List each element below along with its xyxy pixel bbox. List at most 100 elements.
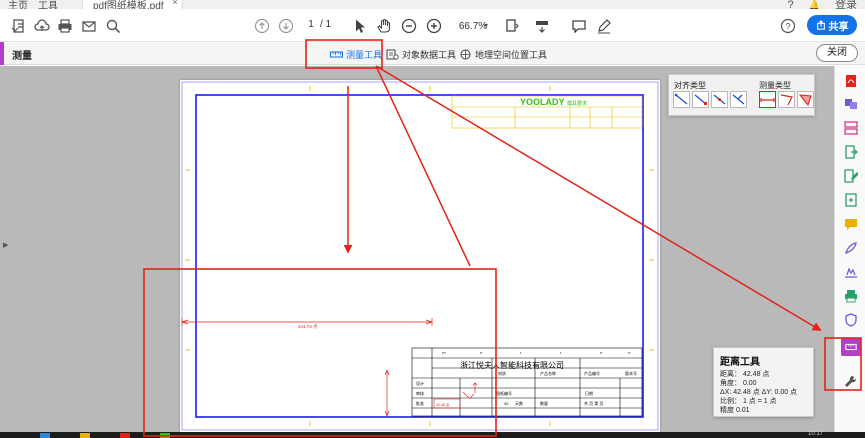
taskbar-app-icon[interactable] (80, 433, 90, 438)
cloud-upload-icon[interactable] (33, 17, 51, 35)
share-button-label: 共享 (828, 21, 849, 33)
create-icon[interactable] (10, 17, 28, 35)
distance-tool-button[interactable] (759, 91, 776, 108)
angle-row: 角度： 0.00 (720, 380, 757, 387)
pdf-page[interactable]: YOOLADY 模具要求 441.73 点 ▪▪▪ ▪▪ ▪ ▪ ▪▪ ▪▪ 浙… (180, 80, 660, 432)
brand-text: YOOLADY (520, 97, 565, 107)
cell-unit: 天数 (515, 400, 523, 406)
measure-tool-button[interactable]: 测量工具 (330, 47, 382, 61)
taskbar-app-icon[interactable] (160, 433, 170, 438)
measure-accent-bar (0, 42, 4, 65)
search-icon[interactable] (104, 17, 122, 35)
pen-icon[interactable] (595, 17, 613, 35)
send-sign-icon[interactable] (844, 265, 858, 279)
cell-design: 设计 (416, 380, 424, 386)
tab-close-icon[interactable]: × (172, 0, 177, 7)
svg-text:▪▪▪: ▪▪▪ (442, 351, 446, 355)
expand-left-pane-icon[interactable]: ▶ (3, 241, 8, 249)
snap-type-label: 对齐类型 (674, 81, 706, 90)
svg-text:?: ? (785, 22, 790, 32)
precision-row: 精度 0.01 (720, 407, 750, 414)
drawing-canvas: YOOLADY 模具要求 441.73 点 ▪▪▪ ▪▪ ▪ ▪ ▪▪ ▪▪ 浙… (181, 81, 659, 431)
select-cursor-icon[interactable] (351, 17, 369, 35)
zoom-out-icon[interactable] (400, 17, 418, 35)
measure-type-label: 测量类型 (759, 81, 791, 90)
export-pdf-icon[interactable] (844, 145, 858, 159)
snap-endpoint-button[interactable] (692, 91, 709, 108)
share-button[interactable]: 共享 (807, 15, 857, 35)
customize-tools-icon[interactable] (844, 374, 858, 388)
taskbar-app-icon[interactable] (40, 433, 50, 438)
object-data-tool-button[interactable]: 对象数据工具 (386, 47, 456, 61)
dimension-label: 441.73 点 (298, 324, 318, 330)
cell-qty: 30 (504, 401, 509, 406)
edit-pdf-icon[interactable] (844, 169, 859, 183)
geo-location-tool-label: 地理空间位置工具 (475, 49, 548, 60)
cell-approve: 批准 (416, 400, 424, 406)
distance-row: 距离： 42.48 点 (720, 371, 770, 378)
tab-document[interactable]: pdf图纸模板.pdf × (82, 0, 183, 12)
ruler-icon (330, 51, 343, 57)
share-icon (816, 20, 825, 30)
svg-text:▪: ▪ (560, 351, 561, 355)
print-icon[interactable] (56, 17, 74, 35)
cell-product-name: 产品名称 (540, 370, 556, 376)
cell-product-no: 产品编号 (584, 370, 600, 376)
distance-panel-title: 距离工具 (720, 357, 760, 368)
cell-date: 日期 (585, 390, 593, 396)
scale-row: 比例： 1 点 = 1 点 (720, 398, 777, 405)
taskbar-clock: 10:17 (807, 431, 823, 437)
company-name: 浙江悦夫人智能科技有限公司 (460, 360, 564, 370)
organize-pages-icon[interactable] (844, 121, 858, 135)
object-data-icon (386, 49, 399, 60)
delta-row: ΔX: 42.48 点 ΔY: 0.00 点 (720, 389, 798, 396)
cell-review: 审核 (416, 390, 424, 396)
snap-intersection-button[interactable] (730, 91, 747, 108)
cell-sheet: 共 页 第 页 (584, 400, 603, 406)
print-production-icon[interactable] (844, 289, 858, 303)
measure-tool-label: 测量工具 (346, 49, 383, 60)
create-pdf-icon[interactable] (844, 193, 858, 207)
zoom-in-icon[interactable] (425, 17, 443, 35)
cell-count: 数量 (540, 400, 548, 406)
svg-text:▪▪: ▪▪ (600, 351, 602, 355)
svg-text:▪▪: ▪▪ (628, 351, 630, 355)
zoom-level-field[interactable]: 66.7% (450, 17, 496, 35)
geo-location-icon (460, 49, 471, 59)
comment-tool-icon[interactable] (844, 217, 858, 231)
taskbar-app-icon[interactable] (120, 433, 130, 438)
right-tools-rail (834, 66, 865, 432)
snap-midpoint-button[interactable] (711, 91, 728, 108)
close-measure-button[interactable]: 关闭 (816, 44, 858, 62)
mail-icon[interactable] (80, 17, 98, 35)
page-down-icon[interactable] (277, 17, 295, 35)
page-up-icon[interactable] (253, 17, 271, 35)
page-total: / 1 (320, 19, 332, 30)
svg-text:▪: ▪ (520, 351, 521, 355)
measure-type-panel: 对齐类型 测量类型 (668, 74, 815, 116)
document-viewer[interactable]: ▶ YOOLADY 模具要求 441.73 点 ▪▪▪ ▪▪ ▪ ▪ ▪▪ ▪▪… (0, 66, 834, 432)
combine-files-icon[interactable] (844, 97, 858, 111)
pdf-export-icon[interactable] (844, 74, 858, 88)
comment-icon[interactable] (570, 17, 588, 35)
object-data-tool-label: 对象数据工具 (402, 49, 457, 60)
measured-value-label: 42.48 点 (436, 402, 450, 407)
page-number-input[interactable]: 1 (302, 19, 320, 30)
area-tool-button[interactable] (797, 91, 814, 108)
cell-material: 材质 (498, 370, 506, 376)
scroll-mode-icon[interactable] (533, 17, 551, 35)
brand-sub-text: 模具要求 (567, 100, 587, 107)
geo-location-tool-button[interactable]: 地理空间位置工具 (459, 47, 547, 61)
fill-sign-icon[interactable] (844, 241, 858, 255)
hand-tool-icon[interactable] (375, 17, 393, 35)
help-circle-icon[interactable]: ? (779, 17, 797, 35)
measure-toolbar: 测量 测量工具 对象数据工具 地理空间位置工具 关闭 (0, 42, 865, 65)
protect-icon[interactable] (844, 313, 858, 327)
distance-info-panel: 距离工具 距离： 42.48 点 角度： 0.00 ΔX: 42.48 点 ΔY… (713, 347, 814, 417)
page-fit-icon[interactable] (503, 17, 521, 35)
measure-rail-icon[interactable] (841, 338, 861, 356)
perimeter-tool-button[interactable] (778, 91, 795, 108)
measure-title: 测量 (12, 51, 32, 62)
snap-path-button[interactable] (673, 91, 690, 108)
zoom-dropdown-icon[interactable]: ▾ (484, 17, 488, 35)
